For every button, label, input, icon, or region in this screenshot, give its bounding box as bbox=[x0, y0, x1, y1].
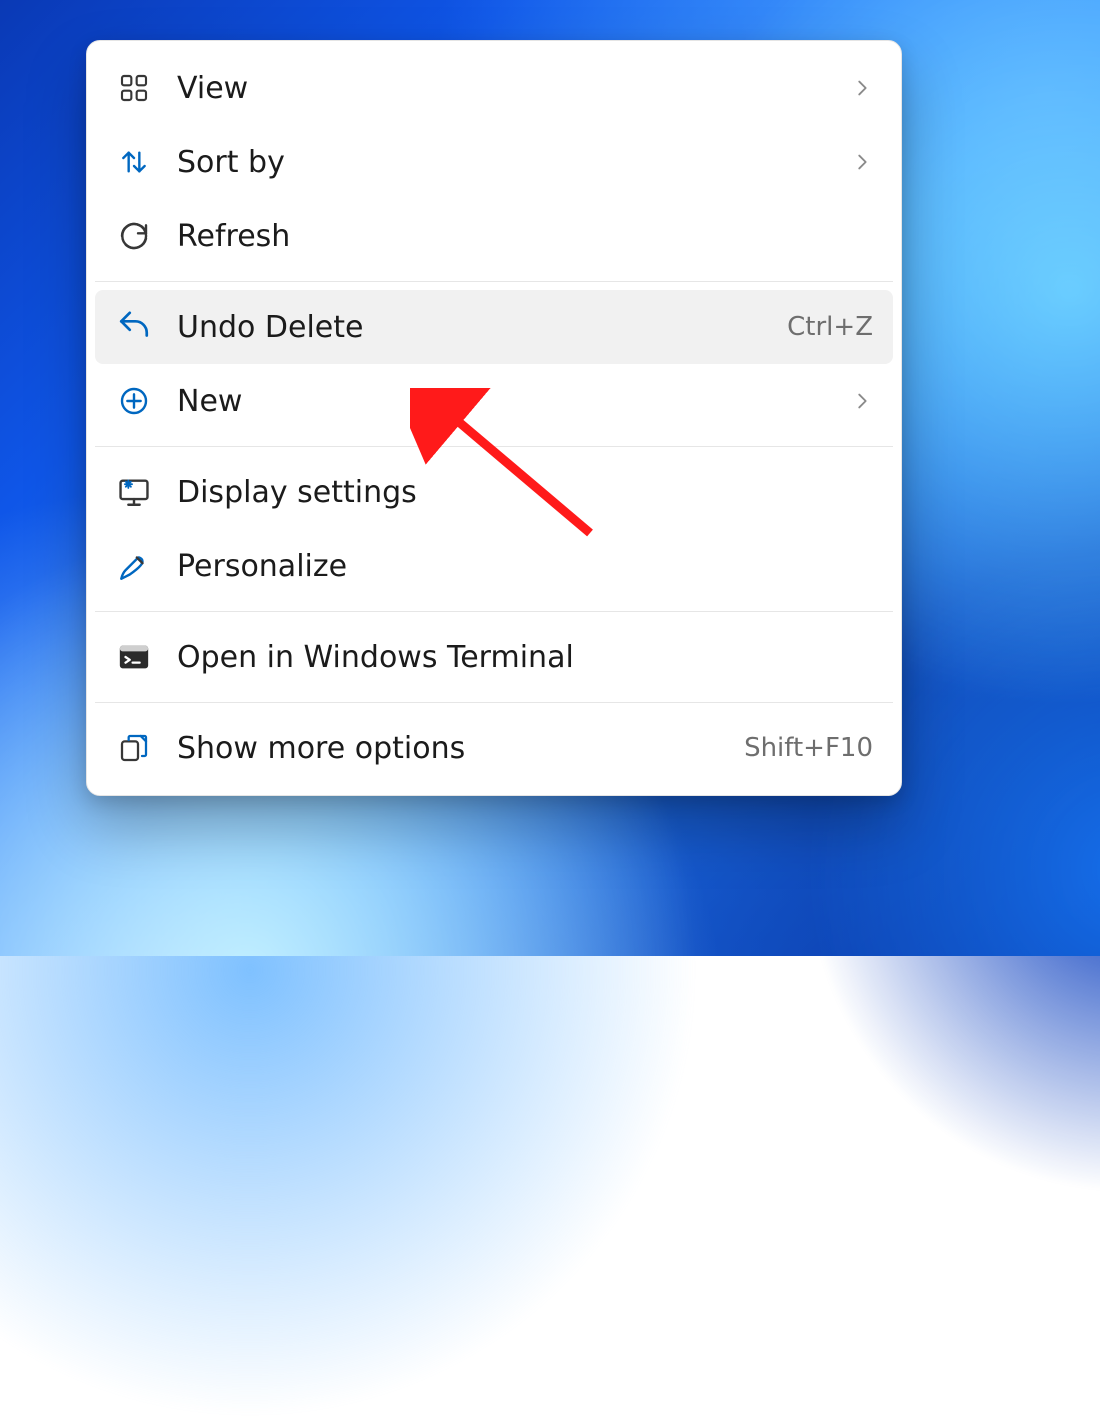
menu-separator bbox=[95, 702, 893, 703]
chevron-right-icon bbox=[851, 390, 873, 412]
show-more-icon bbox=[115, 729, 153, 767]
chevron-right-icon bbox=[851, 77, 873, 99]
menu-item-label: View bbox=[177, 71, 835, 106]
desktop-context-menu: View Sort by Refresh bbox=[86, 40, 902, 796]
menu-separator bbox=[95, 446, 893, 447]
terminal-icon bbox=[115, 638, 153, 676]
menu-item-shortcut: Shift+F10 bbox=[744, 733, 873, 763]
menu-item-label: Refresh bbox=[177, 219, 873, 254]
chevron-right-icon bbox=[851, 151, 873, 173]
menu-item-undo-delete[interactable]: Undo Delete Ctrl+Z bbox=[95, 290, 893, 364]
menu-item-label: Undo Delete bbox=[177, 310, 771, 345]
menu-item-label: Sort by bbox=[177, 145, 835, 180]
sort-icon bbox=[115, 143, 153, 181]
menu-item-view[interactable]: View bbox=[95, 51, 893, 125]
menu-item-shortcut: Ctrl+Z bbox=[787, 312, 873, 342]
menu-item-label: Open in Windows Terminal bbox=[177, 640, 873, 675]
menu-item-open-terminal[interactable]: Open in Windows Terminal bbox=[95, 620, 893, 694]
menu-item-show-more-options[interactable]: Show more options Shift+F10 bbox=[95, 711, 893, 785]
menu-separator bbox=[95, 281, 893, 282]
menu-item-refresh[interactable]: Refresh bbox=[95, 199, 893, 273]
refresh-icon bbox=[115, 217, 153, 255]
menu-separator bbox=[95, 611, 893, 612]
menu-item-label: Display settings bbox=[177, 475, 873, 510]
undo-icon bbox=[115, 308, 153, 346]
menu-item-display-settings[interactable]: Display settings bbox=[95, 455, 893, 529]
menu-item-sort-by[interactable]: Sort by bbox=[95, 125, 893, 199]
menu-item-label: New bbox=[177, 384, 835, 419]
menu-item-new[interactable]: New bbox=[95, 364, 893, 438]
menu-item-label: Personalize bbox=[177, 549, 873, 584]
display-settings-icon bbox=[115, 473, 153, 511]
menu-item-label: Show more options bbox=[177, 731, 728, 766]
menu-item-personalize[interactable]: Personalize bbox=[95, 529, 893, 603]
view-icon bbox=[115, 69, 153, 107]
personalize-icon bbox=[115, 547, 153, 585]
new-icon bbox=[115, 382, 153, 420]
